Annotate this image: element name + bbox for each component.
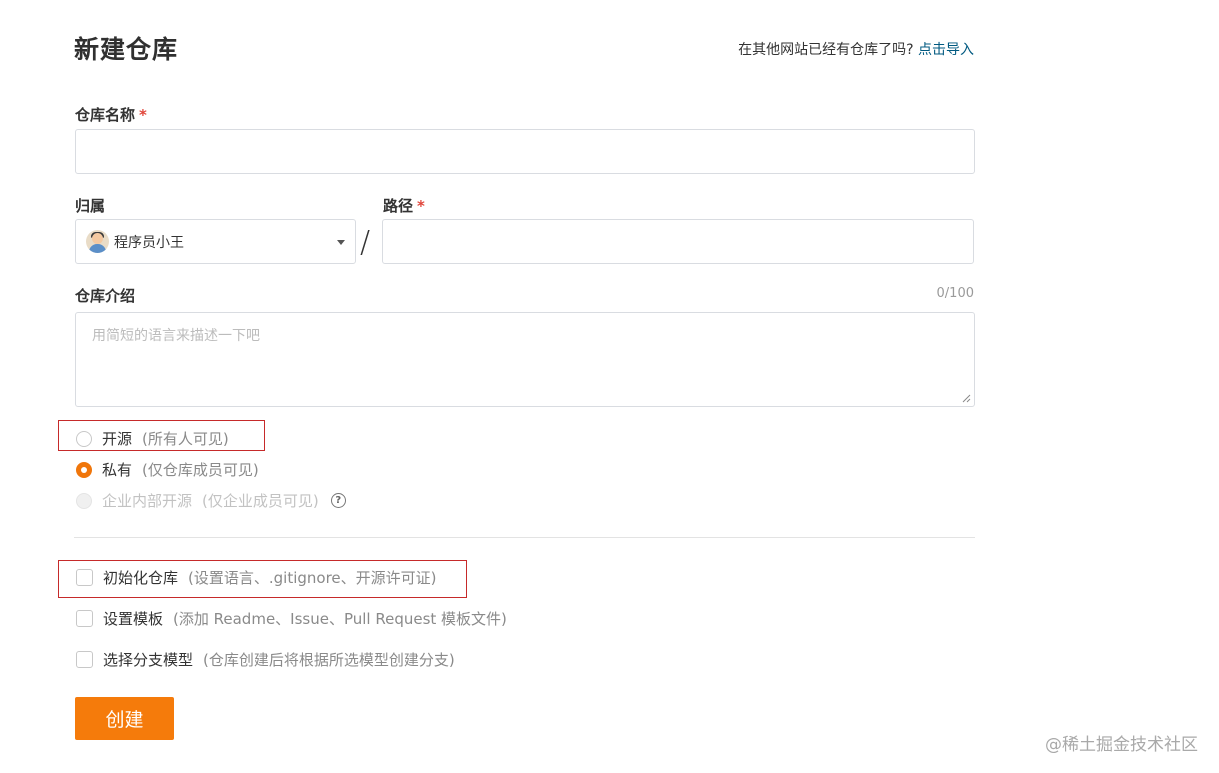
option-label: 选择分支模型 xyxy=(103,651,194,669)
create-button[interactable]: 创建 xyxy=(75,697,174,740)
path-input[interactable] xyxy=(382,219,974,264)
required-mark: * xyxy=(417,197,425,215)
path-separator: / xyxy=(360,225,371,260)
radio-button[interactable] xyxy=(76,430,92,447)
help-icon[interactable]: ? xyxy=(330,493,346,508)
option-label: 私有 xyxy=(102,461,133,479)
visibility-option-enterprise: 企业内部开源 (仅企业成员可见) ? xyxy=(76,490,346,511)
option-desc: (仅企业成员可见) xyxy=(202,492,319,510)
description-counter: 0/100 xyxy=(936,286,974,301)
visibility-option-private[interactable]: 私有 (仅仓库成员可见) xyxy=(76,459,259,480)
option-desc: (仓库创建后将根据所选模型创建分支) xyxy=(203,651,455,669)
page-title: 新建仓库 xyxy=(74,35,179,64)
resize-handle-icon[interactable] xyxy=(962,394,971,403)
owner-name: 程序员小王 xyxy=(114,234,184,251)
import-hint-text: 在其他网站已经有仓库了吗? xyxy=(738,42,914,58)
checkbox[interactable] xyxy=(76,610,93,627)
required-mark: * xyxy=(139,106,147,124)
option-label: 初始化仓库 xyxy=(103,569,179,587)
divider xyxy=(74,537,975,538)
option-desc: (仅仓库成员可见) xyxy=(142,461,259,479)
path-label-text: 路径 xyxy=(383,197,414,215)
option-label: 企业内部开源 xyxy=(102,492,193,510)
option-desc: (添加 Readme、Issue、Pull Request 模板文件) xyxy=(173,610,507,628)
repo-name-label: 仓库名称 * xyxy=(75,104,147,125)
option-label: 开源 xyxy=(102,430,133,448)
watermark: @稀土掘金技术社区 xyxy=(1045,735,1198,755)
option-desc: (设置语言、.gitignore、开源许可证) xyxy=(188,569,437,587)
import-link[interactable]: 点击导入 xyxy=(918,42,974,58)
option-init-repo[interactable]: 初始化仓库 (设置语言、.gitignore、开源许可证) xyxy=(76,567,437,588)
radio-button-checked[interactable] xyxy=(76,461,92,478)
option-label: 设置模板 xyxy=(103,610,164,628)
import-hint: 在其他网站已经有仓库了吗? 点击导入 xyxy=(738,39,974,59)
option-branch-model[interactable]: 选择分支模型 (仓库创建后将根据所选模型创建分支) xyxy=(76,649,455,670)
owner-select[interactable]: 程序员小王 xyxy=(75,219,356,264)
radio-button-disabled xyxy=(76,492,92,509)
repo-name-input[interactable] xyxy=(75,129,975,174)
option-desc: (所有人可见) xyxy=(142,430,229,448)
avatar xyxy=(86,230,109,253)
description-label: 仓库介绍 xyxy=(75,287,136,305)
visibility-option-public[interactable]: 开源 (所有人可见) xyxy=(76,428,229,449)
repo-name-label-text: 仓库名称 xyxy=(75,106,136,124)
option-set-template[interactable]: 设置模板 (添加 Readme、Issue、Pull Request 模板文件) xyxy=(76,608,507,629)
caret-down-icon xyxy=(337,240,345,245)
path-label: 路径 * xyxy=(383,195,425,216)
description-textarea[interactable]: 用简短的语言来描述一下吧 xyxy=(75,312,975,407)
description-placeholder: 用简短的语言来描述一下吧 xyxy=(92,328,260,344)
checkbox[interactable] xyxy=(76,651,93,668)
checkbox[interactable] xyxy=(76,569,93,586)
owner-label: 归属 xyxy=(75,197,106,215)
